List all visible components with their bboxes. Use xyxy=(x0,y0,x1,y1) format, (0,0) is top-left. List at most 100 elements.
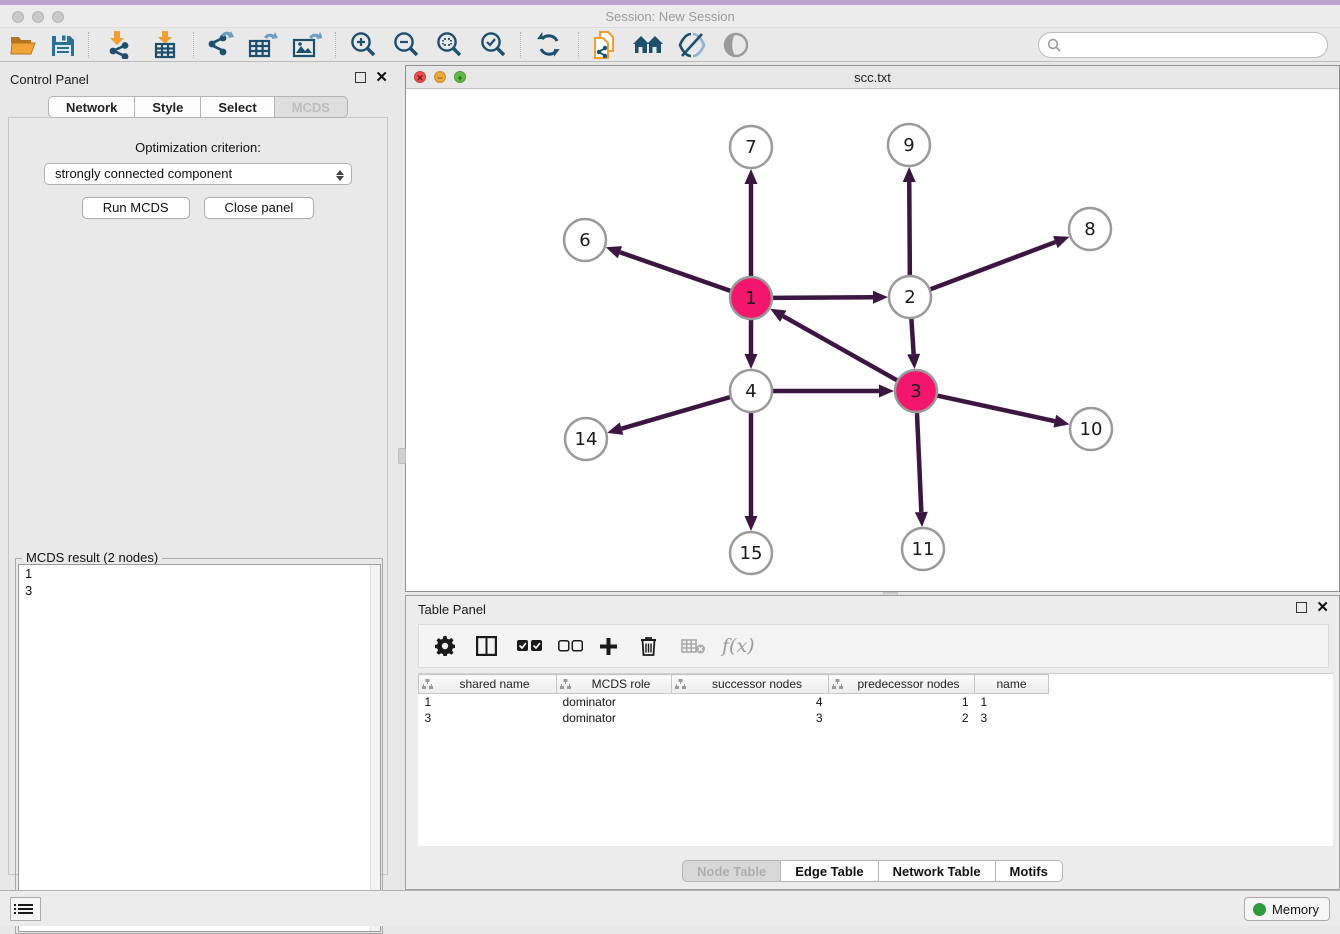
graph-edge-3-11[interactable] xyxy=(917,412,921,512)
graph-edge-arrowhead xyxy=(1053,415,1069,428)
mcds-result-list[interactable]: 1 3 xyxy=(18,564,381,932)
tab-select[interactable]: Select xyxy=(201,96,274,118)
graph-edge-2-8[interactable] xyxy=(930,242,1056,290)
checked-boxes-icon xyxy=(517,640,542,652)
deselect-all-rows-button[interactable] xyxy=(558,640,582,652)
cell-name[interactable]: 3 xyxy=(975,710,1049,726)
save-session-button[interactable] xyxy=(46,30,80,60)
export-table-button[interactable] xyxy=(246,30,280,60)
network-canvas[interactable]: 7968124314101511 xyxy=(406,89,1339,591)
graph-edge-1-6[interactable] xyxy=(620,252,731,291)
cell-shared-name[interactable]: 1 xyxy=(419,694,557,710)
export-network-button[interactable] xyxy=(203,30,237,60)
graph-edge-arrowhead xyxy=(745,354,758,369)
graph-edge-2-9[interactable] xyxy=(909,182,910,276)
zoom-selected-button[interactable] xyxy=(476,30,510,60)
tab-motifs[interactable]: Motifs xyxy=(996,860,1063,882)
eye-icon xyxy=(723,32,749,58)
close-panel-button[interactable]: Close panel xyxy=(204,197,315,219)
zoom-in-button[interactable] xyxy=(346,30,380,60)
tab-edge-table[interactable]: Edge Table xyxy=(781,860,878,882)
column-header-name[interactable]: name xyxy=(975,675,1049,694)
memory-button[interactable]: Memory xyxy=(1244,897,1330,921)
column-header-shared-name[interactable]: shared name xyxy=(419,675,557,694)
delete-column-button[interactable] xyxy=(640,636,664,656)
graph-edge-arrowhead xyxy=(607,422,623,434)
graph-edge-2-3[interactable] xyxy=(911,318,913,354)
optimization-criterion-select[interactable]: strongly connected component xyxy=(44,163,352,185)
function-builder-button[interactable]: f(x) xyxy=(722,635,746,657)
copy-network-button[interactable] xyxy=(588,30,622,60)
network-window-titlebar[interactable]: ✕ − + scc.txt xyxy=(406,66,1339,89)
float-panel-icon[interactable] xyxy=(355,72,366,83)
memory-status-icon xyxy=(1253,903,1266,916)
hierarchy-icon xyxy=(675,679,686,690)
graph-edge-3-1[interactable] xyxy=(783,316,897,381)
search-field[interactable] xyxy=(1038,32,1328,58)
cell-mcds-role[interactable]: dominator xyxy=(557,694,672,710)
tab-network[interactable]: Network xyxy=(48,96,135,118)
delete-table-button[interactable] xyxy=(681,638,705,654)
close-panel-icon[interactable]: ✕ xyxy=(375,72,388,83)
import-table-button[interactable] xyxy=(148,30,182,60)
tab-network-table[interactable]: Network Table xyxy=(879,860,996,882)
export-image-button[interactable] xyxy=(290,30,324,60)
cell-name[interactable]: 1 xyxy=(975,694,1049,710)
vertical-splitter-grip[interactable] xyxy=(398,448,406,464)
slashed-eye-icon xyxy=(678,32,706,58)
tab-mcds[interactable]: MCDS xyxy=(275,96,348,118)
table-settings-button[interactable] xyxy=(435,636,459,656)
graph-node-label: 9 xyxy=(903,135,914,156)
table-row[interactable]: 3 dominator 3 2 3 xyxy=(419,710,1049,726)
open-session-button[interactable] xyxy=(6,30,40,60)
column-header-mcds-role[interactable]: MCDS role xyxy=(557,675,672,694)
show-columns-button[interactable] xyxy=(476,636,500,656)
copy-network-icon xyxy=(592,30,618,60)
graph-edge-1-2[interactable] xyxy=(772,297,873,298)
cell-successor-nodes[interactable]: 4 xyxy=(672,694,829,710)
show-all-button[interactable] xyxy=(719,30,753,60)
graph-edge-arrowhead xyxy=(915,512,928,527)
mcds-result-item[interactable]: 3 xyxy=(19,582,380,599)
cell-predecessor-nodes[interactable]: 2 xyxy=(829,710,975,726)
tab-node-table[interactable]: Node Table xyxy=(682,860,781,882)
status-bar: Memory xyxy=(0,890,1340,926)
cell-mcds-role[interactable]: dominator xyxy=(557,710,672,726)
cell-shared-name[interactable]: 3 xyxy=(419,710,557,726)
tab-style[interactable]: Style xyxy=(135,96,201,118)
graph-edge-3-10[interactable] xyxy=(937,395,1055,421)
zoom-fit-button[interactable] xyxy=(432,30,466,60)
float-table-panel-icon[interactable] xyxy=(1296,602,1307,613)
table-header-row: shared name MCDS role successor nodes pr… xyxy=(419,675,1049,694)
mcds-result-item[interactable]: 1 xyxy=(19,565,380,582)
table-row[interactable]: 1 dominator 4 1 1 xyxy=(419,694,1049,710)
import-network-icon xyxy=(106,31,132,59)
main-toolbar xyxy=(0,28,1340,62)
table-panel: Table Panel ✕ f(x) xyxy=(405,595,1340,890)
network-overview-button[interactable] xyxy=(631,30,665,60)
select-all-rows-button[interactable] xyxy=(517,640,541,652)
result-scrollbar[interactable] xyxy=(370,565,380,931)
cell-predecessor-nodes[interactable]: 1 xyxy=(829,694,975,710)
graph-node-label: 3 xyxy=(910,381,921,402)
search-input[interactable] xyxy=(1061,38,1327,53)
hide-annotations-button[interactable] xyxy=(675,30,709,60)
memory-label: Memory xyxy=(1272,902,1319,917)
close-table-panel-icon[interactable]: ✕ xyxy=(1316,602,1329,613)
open-folder-icon xyxy=(10,34,36,56)
network-window-title: scc.txt xyxy=(406,70,1339,85)
cell-successor-nodes[interactable]: 3 xyxy=(672,710,829,726)
toolbar-separator xyxy=(193,32,194,58)
import-network-button[interactable] xyxy=(102,30,136,60)
create-column-button[interactable] xyxy=(599,637,623,656)
network-graph[interactable]: 7968124314101511 xyxy=(406,89,1339,591)
graph-edge-4-14[interactable] xyxy=(622,397,731,429)
run-mcds-button[interactable]: Run MCDS xyxy=(82,197,190,219)
hierarchy-icon xyxy=(560,679,571,690)
refresh-button[interactable] xyxy=(532,30,566,60)
zoom-out-button[interactable] xyxy=(389,30,423,60)
control-panel-tabs: Network Style Select MCDS xyxy=(0,96,396,118)
column-header-successor-nodes[interactable]: successor nodes xyxy=(672,675,829,694)
column-header-predecessor-nodes[interactable]: predecessor nodes xyxy=(829,675,975,694)
task-history-button[interactable] xyxy=(10,897,41,921)
